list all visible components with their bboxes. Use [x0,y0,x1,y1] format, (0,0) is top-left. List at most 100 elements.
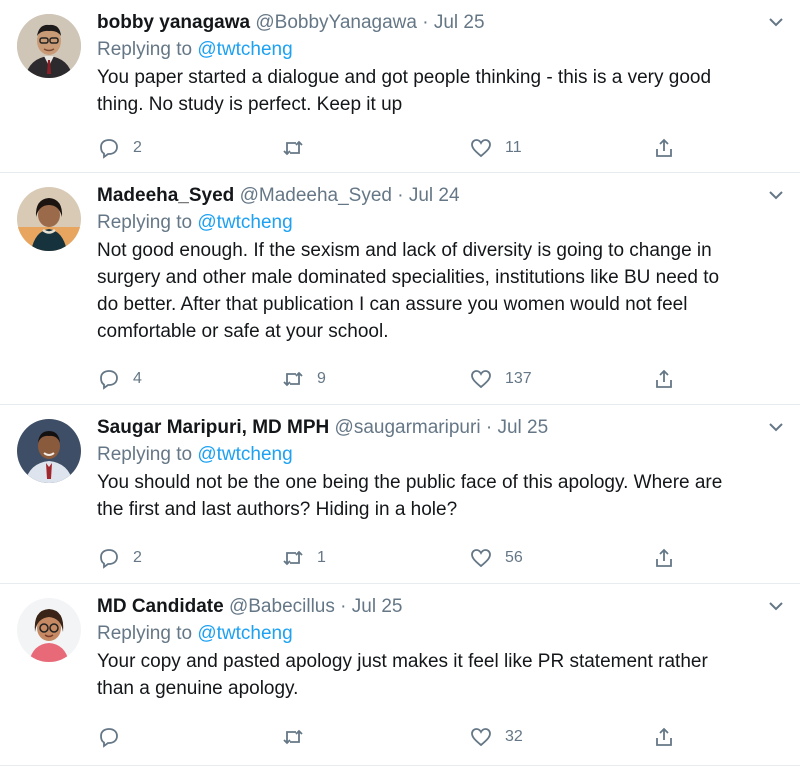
tweet-text-line: thing. No study is perfect. Keep it up [97,94,403,115]
avatar[interactable] [17,14,81,78]
user-handle[interactable]: @Babecillus [229,596,335,617]
tweet-date[interactable]: Jul 25 [434,12,485,33]
tweet-text: You should not be the one being the publ… [97,469,750,523]
tweet-body: bobby yanagawa @BobbyYanagawa · Jul 25 R… [97,10,750,118]
tweet[interactable]: Madeeha_Syed @Madeeha_Syed · Jul 24 Repl… [0,173,800,405]
tweet-actions: 32 [97,722,800,752]
user-handle[interactable]: @Madeeha_Syed [240,185,392,206]
avatar[interactable] [17,419,81,483]
reply-button[interactable]: 2 [97,543,142,573]
reply-count: 2 [133,139,142,156]
reply-icon [100,549,118,569]
tweet-header: Saugar Maripuri, MD MPH @saugarmaripuri … [97,415,750,441]
display-name[interactable]: Saugar Maripuri, MD MPH [97,417,329,438]
share-icon [656,138,672,157]
reply-button[interactable] [97,722,133,752]
tweet-actions: 2 1 56 [97,543,800,573]
like-icon [471,370,491,389]
retweet-icon [283,550,303,566]
avatar[interactable] [17,598,81,662]
separator: · [397,185,404,206]
separator: · [340,596,347,617]
share-button[interactable] [652,543,676,573]
share-icon [656,727,672,746]
replying-to: Replying to @twtcheng [97,36,750,64]
tweet-text-line: do better. After that publication I can … [97,294,688,315]
like-icon [471,139,491,158]
avatar[interactable] [17,187,81,251]
tweet-text-line: comfortable or safe at your school. [97,321,389,342]
share-icon [656,548,672,567]
retweet-icon [283,371,303,387]
like-button[interactable]: 32 [469,722,523,752]
retweet-icon [283,729,303,745]
mention-link[interactable]: @twtcheng [197,623,292,644]
chevron-down-icon[interactable] [766,419,786,435]
share-button[interactable] [652,133,676,163]
replying-to-label: Replying to [97,39,193,60]
tweet[interactable]: Saugar Maripuri, MD MPH @saugarmaripuri … [0,405,800,584]
like-button[interactable]: 11 [469,133,522,163]
tweet-actions: 2 11 [97,133,800,163]
chevron-down-icon[interactable] [766,598,786,614]
retweet-button[interactable]: 1 [281,543,326,573]
retweet-count: 1 [317,549,326,566]
share-button[interactable] [652,364,676,394]
tweet-text-line: the first and last authors? Hiding in a … [97,499,458,520]
mention-link[interactable]: @twtcheng [197,39,292,60]
chevron-down-icon[interactable] [766,187,786,203]
reply-icon [100,728,118,748]
tweet-text-line: surgery and other male dominated special… [97,267,720,288]
like-count: 137 [505,370,532,387]
like-count: 32 [505,728,523,745]
like-button[interactable]: 56 [469,543,523,573]
like-icon [471,728,491,747]
tweet-text-line: You should not be the one being the publ… [97,472,723,493]
like-icon [471,549,491,568]
tweet-header: Madeeha_Syed @Madeeha_Syed · Jul 24 [97,183,750,209]
retweet-count: 9 [317,370,326,387]
tweet-actions: 4 9 137 [97,364,800,394]
replying-to: Replying to @twtcheng [97,620,750,648]
mention-link[interactable]: @twtcheng [197,212,292,233]
tweet-date[interactable]: Jul 25 [352,596,403,617]
tweet-text: You paper started a dialogue and got peo… [97,64,750,118]
reply-count: 4 [133,370,142,387]
chevron-down-icon[interactable] [766,14,786,30]
tweet-text-line: Not good enough. If the sexism and lack … [97,240,712,261]
retweet-button[interactable] [281,133,317,163]
display-name[interactable]: Madeeha_Syed [97,185,234,206]
tweet-text-line: You paper started a dialogue and got peo… [97,67,712,88]
separator: · [485,417,493,438]
reply-count: 2 [133,549,142,566]
tweet-body: Madeeha_Syed @Madeeha_Syed · Jul 24 Repl… [97,183,750,345]
tweet[interactable]: bobby yanagawa @BobbyYanagawa · Jul 25 R… [0,0,800,173]
replying-to-label: Replying to [97,212,193,233]
tweet-text: Your copy and pasted apology just makes … [97,648,750,702]
tweet-body: Saugar Maripuri, MD MPH @saugarmaripuri … [97,415,750,523]
retweet-button[interactable]: 9 [281,364,326,394]
retweet-button[interactable] [281,722,317,752]
reply-button[interactable]: 4 [97,364,142,394]
reply-icon [100,370,118,390]
like-button[interactable]: 137 [469,364,532,394]
reply-icon [100,139,118,159]
retweet-icon [283,140,303,156]
share-icon [656,369,672,388]
tweet-body: MD Candidate @Babecillus · Jul 25 Replyi… [97,594,750,702]
like-count: 11 [505,139,522,156]
user-handle[interactable]: @saugarmaripuri [335,417,481,438]
user-handle[interactable]: @BobbyYanagawa [255,12,417,33]
mention-link[interactable]: @twtcheng [197,444,292,465]
tweet-header: MD Candidate @Babecillus · Jul 25 [97,594,750,620]
display-name[interactable]: MD Candidate [97,596,224,617]
tweet-date[interactable]: Jul 24 [409,185,460,206]
tweet-date[interactable]: Jul 25 [497,417,548,438]
replying-to: Replying to @twtcheng [97,209,750,237]
reply-button[interactable]: 2 [97,133,142,163]
display-name[interactable]: bobby yanagawa [97,12,250,33]
tweet-header: bobby yanagawa @BobbyYanagawa · Jul 25 [97,10,750,36]
share-button[interactable] [652,722,676,752]
tweet[interactable]: MD Candidate @Babecillus · Jul 25 Replyi… [0,584,800,766]
tweet-text-line: Your copy and pasted apology just makes … [97,651,708,672]
